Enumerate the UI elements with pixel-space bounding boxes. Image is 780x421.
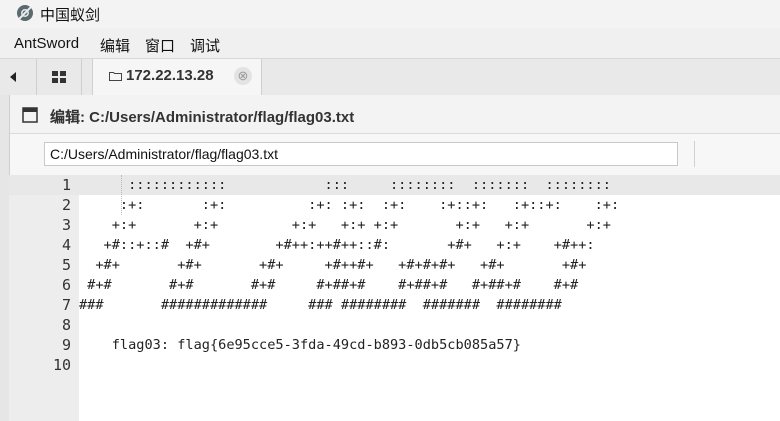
path-row (10, 133, 780, 176)
code-line: flag03: flag{6e95cce5-3fda-49cd-b893-0db… (79, 337, 521, 353)
close-icon[interactable]: ⊗ (234, 67, 252, 85)
panel-title: 编辑: C:/Users/Administrator/flag/flag03.t… (50, 109, 355, 126)
code-line: ### ############# ### ######## ####### #… (79, 297, 562, 313)
menu-window[interactable]: 窗口 (145, 35, 175, 56)
antsword-logo-icon (17, 5, 33, 21)
tab-scroll-left-button[interactable] (0, 59, 26, 95)
menu-bar: AntSword 编辑 窗口 调试 (0, 30, 780, 58)
code-line: #+# #+# #+# #+##+# #+##+# #+##+# #+# (79, 277, 579, 293)
tab-bar: 172.22.13.28 ⊗ (0, 58, 780, 96)
line-number: 7 (61, 296, 71, 314)
line-number: 4 (61, 236, 71, 254)
title-bar: 中国蚁剑 (0, 0, 780, 28)
toolbar-divider (694, 141, 695, 167)
menu-edit[interactable]: 编辑 (100, 35, 130, 56)
code-line: +#+ +#+ +#+ +#++#+ +#+#+#+ +#+ +#+ (79, 257, 587, 273)
line-number: 3 (61, 216, 71, 234)
line-number: 10 (52, 356, 71, 374)
tab-label: 172.22.13.28 (126, 67, 214, 84)
menu-debug[interactable]: 调试 (190, 35, 220, 56)
file-path-input[interactable] (44, 142, 678, 166)
code-line: +#::+::# +#+ +#++:++#++::#: +#+ +:+ +#++… (79, 237, 595, 253)
line-number: 2 (61, 196, 71, 214)
folder-icon (109, 72, 122, 81)
tab-home-grid-button[interactable] (36, 59, 82, 95)
menu-antsword[interactable]: AntSword (14, 35, 79, 52)
app-title: 中国蚁剑 (40, 7, 101, 24)
tab-172-22-13-28[interactable]: 172.22.13.28 ⊗ (92, 59, 262, 95)
line-number: 5 (61, 256, 71, 274)
code-editor[interactable]: 1 2 3 4 5 6 7 8 9 10 :::::::::::: ::: ::… (9, 175, 780, 421)
line-number: 6 (61, 276, 71, 294)
panel-header: 编辑: C:/Users/Administrator/flag/flag03.t… (10, 95, 780, 133)
chevron-left-icon (10, 72, 16, 82)
line-number: 8 (61, 316, 71, 334)
code-line: :::::::::::: ::: :::::::: ::::::: ::::::… (79, 175, 780, 195)
grid-icon (52, 71, 66, 83)
code-line: :+: :+: :+: :+: :+: :+::+: :+::+: :+: (79, 197, 620, 213)
code-content[interactable]: :::::::::::: ::: :::::::: ::::::: ::::::… (79, 175, 780, 421)
indent-guide (121, 175, 122, 215)
line-number: 9 (61, 336, 71, 354)
left-edge-strip (0, 95, 9, 421)
line-number-gutter: 1 2 3 4 5 6 7 8 9 10 (9, 175, 79, 421)
code-line: +:+ +:+ +:+ +:+ +:+ +:+ +:+ +:+ (79, 217, 611, 233)
line-number: 1 (9, 175, 79, 195)
window-icon (22, 107, 38, 123)
